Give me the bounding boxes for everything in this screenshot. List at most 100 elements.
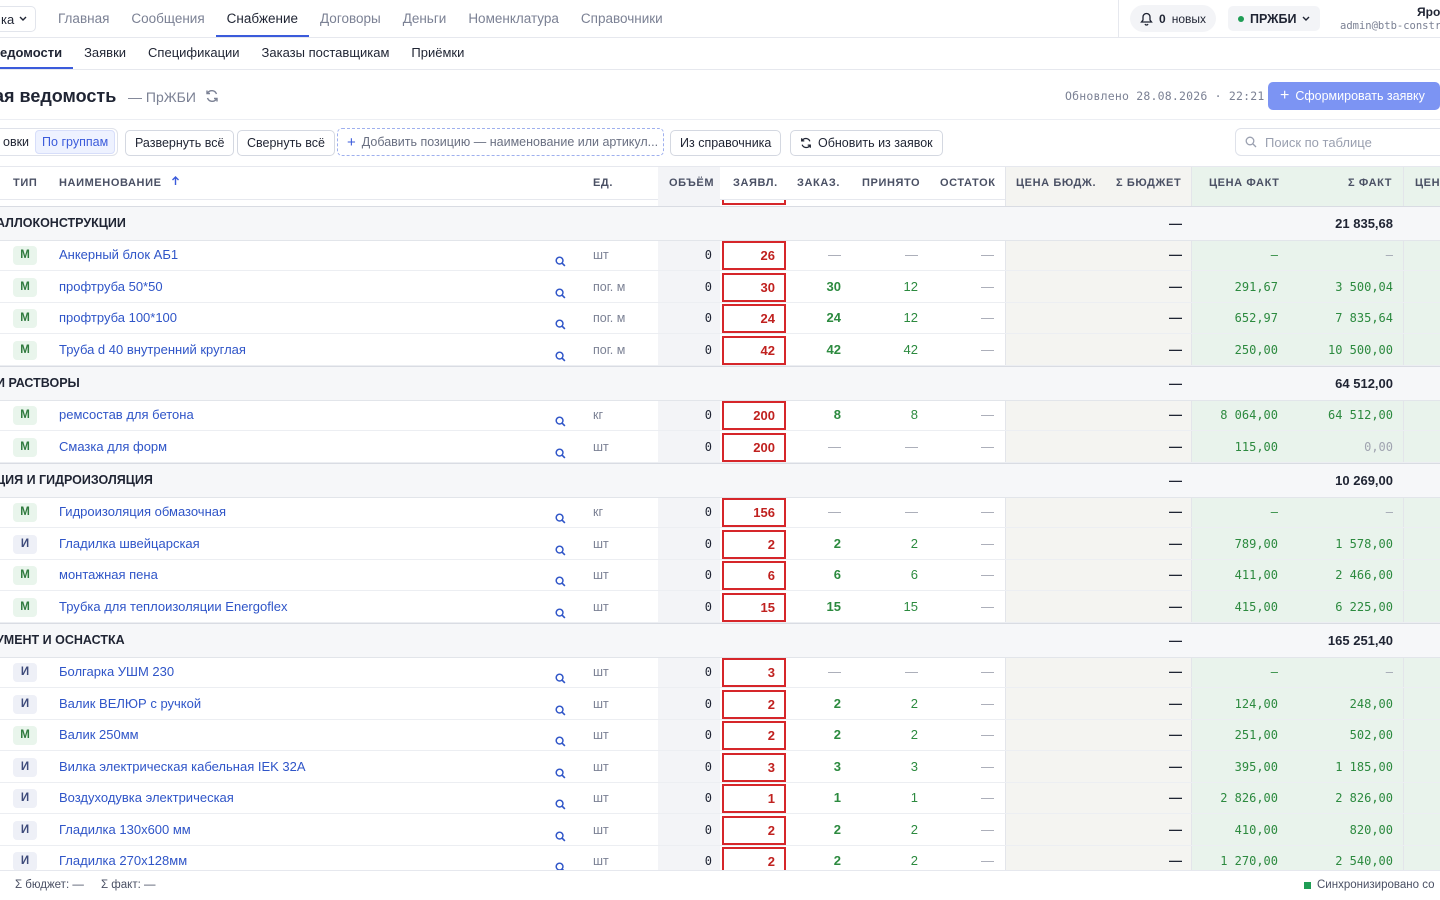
add-position-input[interactable]: + Добавить позицию — наименование или ар… [337,128,664,156]
nav-item-directories[interactable]: Справочники [570,0,674,37]
table-row[interactable]: М Анкерный блок АБ1 шт 0 26 — — — — — — [0,240,1440,271]
nav-item-supply[interactable]: Снабжение [215,0,310,37]
requested-input[interactable]: 200 [722,432,786,462]
volume-cell[interactable]: 0 [658,720,712,750]
item-name-link[interactable]: монтажная пена [59,560,158,590]
column-header-unit[interactable]: ЕД. [593,167,613,200]
column-header-sum-budget[interactable]: Σ БЮДЖЕТ [1116,167,1181,200]
tab-receipts[interactable]: Приёмки [400,38,475,69]
nav-item-home[interactable]: Главная [47,0,120,37]
table-row[interactable]: И Болгарка УШМ 230 шт 0 3 — — — — — — [0,657,1440,688]
table-row[interactable]: М Смазка для форм шт 0 200 — — — — 115,00 0,00 [0,432,1440,463]
table-row[interactable]: Мпрофтруба 100*100 пог. м 0 24 24 12 — — 652,97 7… [0,303,1440,334]
column-header-ordered[interactable]: ЗАКАЗ. [797,167,840,200]
column-header-requested[interactable]: ЗАЯВЛ. [733,167,778,200]
requested-input[interactable]: 2 [722,847,786,870]
tab-supplier-orders[interactable]: Заказы поставщикам [251,38,401,69]
volume-cell[interactable]: 0 [658,846,712,870]
item-name-link[interactable]: Смазка для форм [59,432,167,462]
requested-input[interactable]: 30 [722,272,786,302]
item-name-link[interactable]: Болгарка УШМ 230 [59,657,174,687]
tab-requests[interactable]: Заявки [73,38,137,69]
update-from-requests-button[interactable]: Обновить из заявок [790,130,943,156]
nav-item-contracts[interactable]: Договоры [309,0,392,37]
item-name-link[interactable]: Гладилка 270x128мм [59,846,187,870]
tab-statements[interactable]: едомости [0,38,74,69]
table-row[interactable]: Мпрофтруба 50*50 пог. м 0 30 30 12 — — 291,67 3 5… [0,272,1440,303]
expand-all-button[interactable]: Развернуть всё [125,130,235,156]
collapse-all-button[interactable]: Свернуть всё [237,130,335,156]
column-header-sum-fact[interactable]: Σ ФАКТ [1348,167,1392,200]
volume-cell[interactable]: 0 [658,815,712,845]
item-name-link[interactable]: Труба d 40 внутренний круглая [59,335,246,365]
group-row[interactable]: И РАСТВОРЫ — 64 512,00 [0,366,1440,401]
column-header-type[interactable]: ТИП [13,167,37,200]
nav-item-messages[interactable]: Сообщения [120,0,215,37]
column-header-price-budget[interactable]: ЦЕНА БЮДЖ. [1016,167,1096,200]
grouping-option-list[interactable]: овки [0,131,35,153]
tab-specifications[interactable]: Спецификации [137,38,251,69]
item-name-link[interactable]: Анкерный блок АБ1 [59,240,178,270]
group-row[interactable]: ЦИЯ И ГИДРОИЗОЛЯЦИЯ — 10 269,00 [0,463,1440,498]
requested-input[interactable]: 3 [722,752,786,782]
group-row[interactable]: УМЕНТ И ОСНАСТКА — 165 251,40 [0,623,1440,658]
volume-cell[interactable]: 0 [658,335,712,365]
table-row[interactable]: И Валик ВЕЛЮР с ручкой шт 0 2 2 2— —124,00 248,0… [0,689,1440,720]
user-name[interactable]: Яро [1417,5,1440,19]
column-header-remainder[interactable]: ОСТАТОК [940,167,996,200]
requested-input[interactable]: 6 [722,561,786,590]
table-row[interactable]: И Гладилка швейцарская шт 0 2 2 2— —789,00 1 578… [0,529,1440,560]
volume-cell[interactable]: 0 [658,303,712,333]
search-icon[interactable] [555,854,566,870]
requested-input[interactable]: 42 [722,335,786,365]
project-select[interactable]: ка [0,6,37,32]
column-header-price-next[interactable]: ЦЕН [1415,167,1440,200]
requested-input[interactable]: 3 [722,658,786,687]
requested-input[interactable]: 156 [722,498,786,527]
table-search-input[interactable]: Поиск по таблице [1235,128,1440,156]
table-row[interactable]: М Валик 250мм шт 0 2 2 2— —251,00 502,00 [0,720,1440,751]
table-row[interactable]: М Трубка для теплоизоляции Energoflex шт 0 1… [0,592,1440,623]
item-name-link[interactable]: Воздуходувка электрическая [59,783,234,813]
requested-input[interactable]: 2 [722,529,786,559]
item-name-link[interactable]: Трубка для теплоизоляции Energoflex [59,592,287,622]
volume-cell[interactable]: 0 [658,689,712,719]
notifications-button[interactable]: 0 новых [1130,5,1216,32]
item-name-link[interactable]: Валик 250мм [59,720,139,750]
table-row[interactable]: М Труба d 40 внутренний круглая пог. м 0 42 4… [0,335,1440,366]
volume-cell[interactable]: 0 [658,497,712,527]
item-name-link[interactable]: ремсостав для бетона [59,400,194,430]
volume-cell[interactable]: 0 [658,272,712,302]
volume-cell[interactable]: 0 [658,529,712,559]
item-name-link[interactable]: профтруба 100*100 [59,303,177,333]
column-header-volume[interactable]: ОБЪЁМ [669,167,714,200]
requested-input[interactable]: 15 [722,592,786,622]
item-name-link[interactable]: Гладилка швейцарская [59,529,200,559]
requested-input[interactable]: 26 [722,241,786,270]
volume-cell[interactable]: 0 [658,657,712,687]
table-row[interactable]: И Гладилка 270x128мм шт 0 2 2 2— —1 270,00 2 540… [0,846,1440,870]
from-catalog-button[interactable]: Из справочника [670,130,782,156]
table-row[interactable]: И Воздуходувка электрическая шт 0 1 1 1— —2 826… [0,783,1440,814]
column-header-price-fact[interactable]: ЦЕНА ФАКТ [1209,167,1279,200]
requested-input[interactable]: 2 [722,689,786,719]
volume-cell[interactable]: 0 [658,560,712,590]
nav-item-nomenclature[interactable]: Номенклатура [457,0,570,37]
item-name-link[interactable]: Вилка электрическая кабельная IEK 32A [59,752,306,782]
table-row[interactable]: И Вилка электрическая кабельная IEK 32A шт… [0,752,1440,783]
grouping-option-groups[interactable]: По группам [35,130,116,154]
nav-item-money[interactable]: Деньги [392,0,458,37]
requested-input[interactable]: 2 [722,721,786,750]
volume-cell[interactable]: 0 [658,752,712,782]
table-row[interactable]: Ммонтажная пена шт 0 6 6 6— —411,00 2 466,00 [0,560,1440,591]
table-row[interactable]: М Гидроизоляция обмазочная кг 0 156 — — — — — — [0,497,1440,528]
group-row[interactable]: АЛЛОКОНСТРУКЦИИ — 21 835,68 [0,206,1440,241]
item-name-link[interactable]: Гидроизоляция обмазочная [59,497,226,527]
requested-input[interactable]: 200 [722,401,786,430]
table-row[interactable]: И Гладилка 130x600 мм шт 0 2 2 2— —410,00 820,00 [0,815,1440,846]
requested-input[interactable]: 2 [722,815,786,845]
column-header-accepted[interactable]: ПРИНЯТО [862,167,920,200]
create-request-button[interactable]: + Сформировать заявку [1268,82,1440,110]
volume-cell[interactable]: 0 [658,432,712,462]
refresh-icon[interactable] [205,89,219,103]
